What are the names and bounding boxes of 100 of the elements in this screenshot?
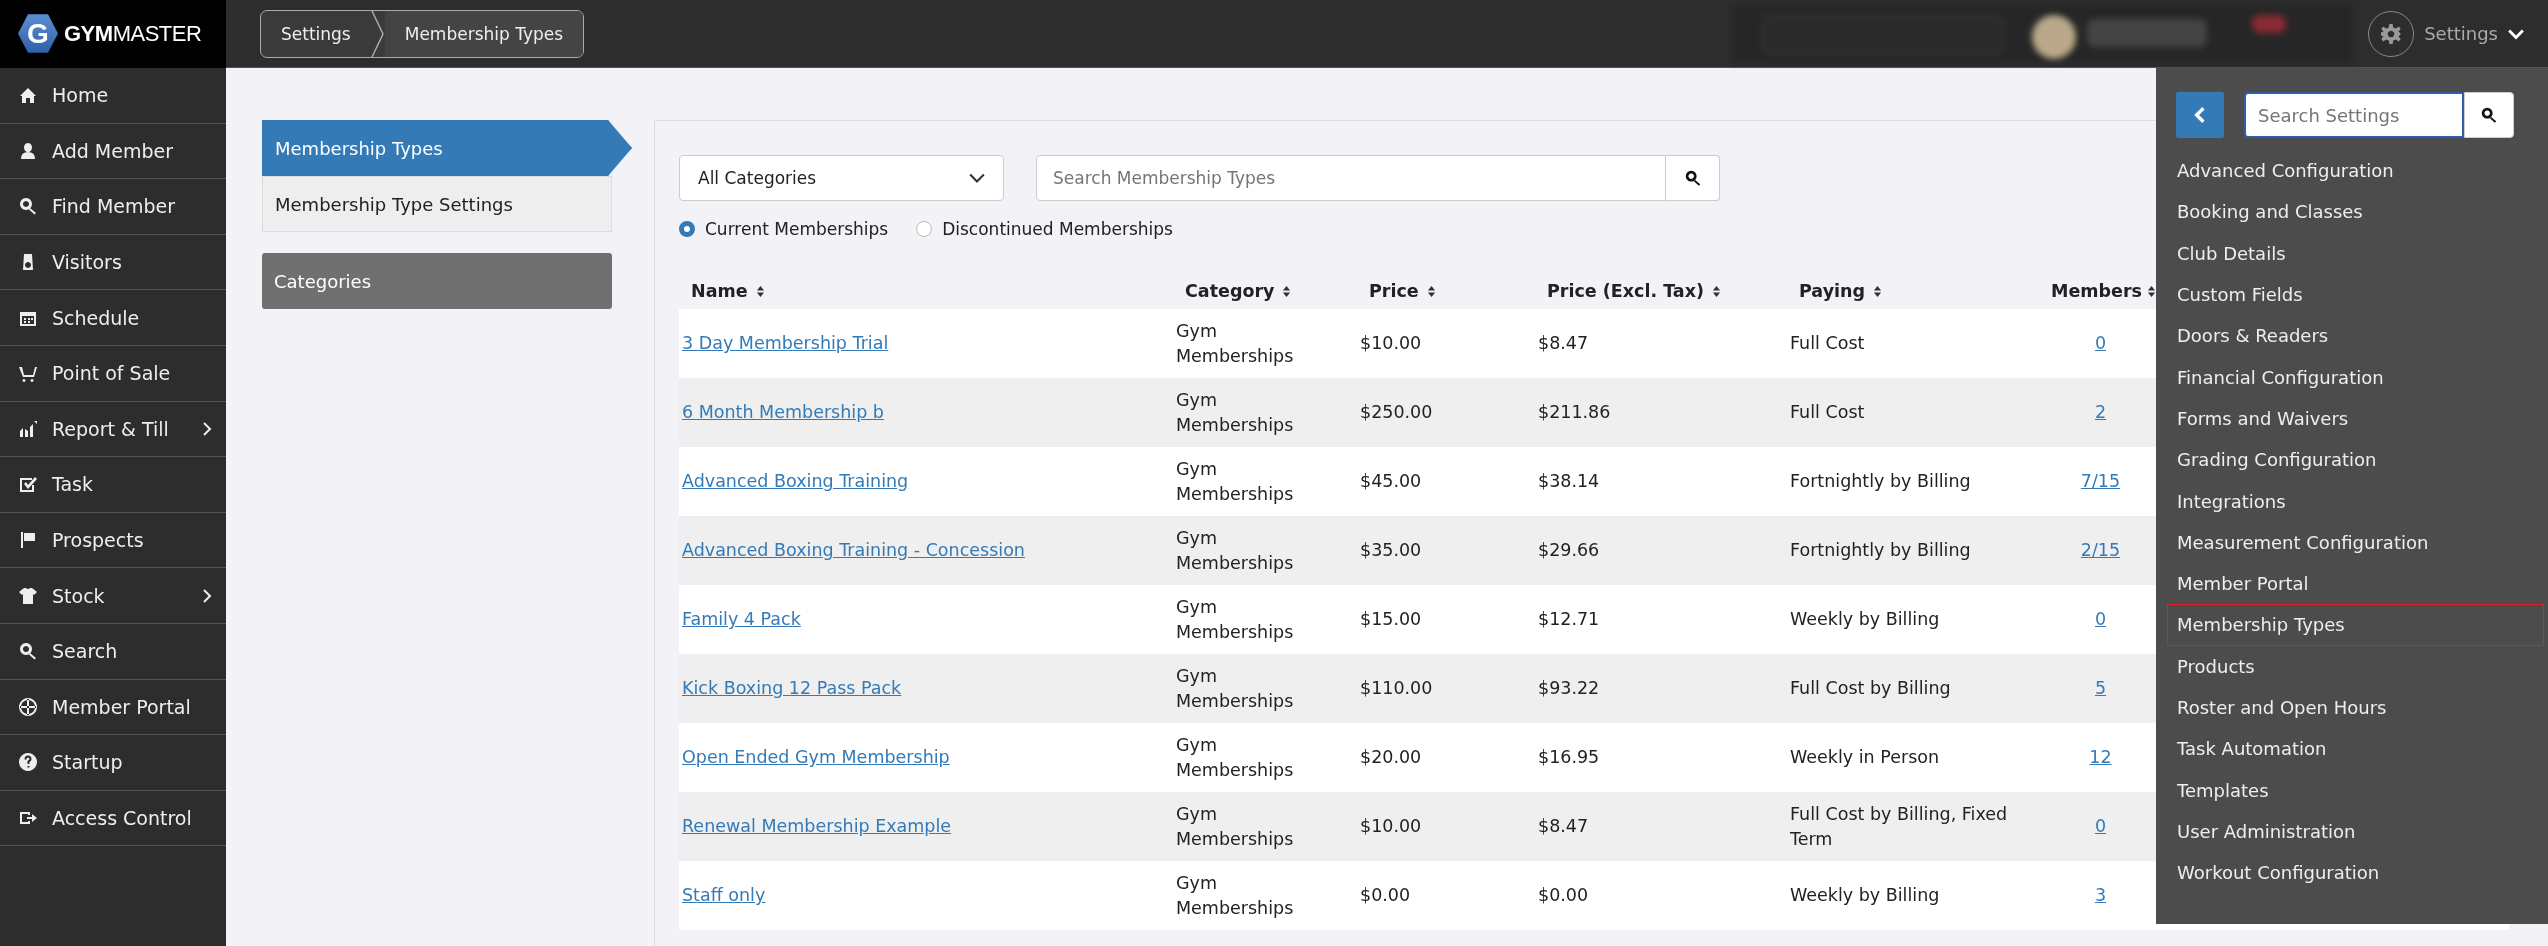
- table-cell-text: Gym Memberships: [1176, 389, 1295, 437]
- membership-link[interactable]: Advanced Boxing Training: [682, 471, 909, 492]
- table-cell: $35.00: [1360, 540, 1422, 561]
- table-cell: Full Cost by Billing, Fixed Term: [1790, 804, 2008, 849]
- column-header[interactable]: Members: [2051, 281, 2156, 301]
- settings-menu-item[interactable]: Templates: [2156, 769, 2544, 811]
- flag-icon: [18, 530, 38, 551]
- table-cell: $93.22: [1538, 678, 1600, 699]
- settings-button[interactable]: Settings: [2362, 9, 2530, 58]
- sidebar-item[interactable]: Find Member: [0, 179, 226, 235]
- settings-menu-item[interactable]: Grading Configuration: [2156, 439, 2544, 481]
- members-link[interactable]: 3: [2094, 885, 2107, 906]
- table-cell: Full Cost: [1790, 402, 1865, 423]
- column-header[interactable]: Price (Excl. Tax): [1547, 281, 1721, 301]
- settings-menu-item[interactable]: Booking and Classes: [2156, 191, 2544, 233]
- table-cell: $110.00: [1360, 678, 1433, 699]
- members-link[interactable]: 2: [2094, 402, 2107, 423]
- sidebar-item[interactable]: Add Member: [0, 123, 226, 180]
- radio-option[interactable]: Discontinued Memberships: [916, 219, 1173, 239]
- settings-menu-item[interactable]: Forms and Waivers: [2156, 397, 2544, 440]
- table-cell: $10.00: [1360, 333, 1422, 354]
- table-cell: $29.66: [1538, 540, 1600, 561]
- person-icon: [18, 140, 38, 161]
- membership-link[interactable]: Kick Boxing 12 Pass Pack: [682, 678, 902, 699]
- members-link[interactable]: 7/15: [2080, 471, 2121, 492]
- table-cell: Fortnightly by Billing: [1790, 471, 1971, 492]
- back-button[interactable]: [2176, 92, 2224, 138]
- table-cell-text: Gym Memberships: [1176, 458, 1295, 506]
- table-cell: Fortnightly by Billing: [1790, 540, 1971, 561]
- settings-menu-item[interactable]: Workout Configuration: [2156, 852, 2544, 894]
- table-cell: $12.71: [1538, 609, 1600, 630]
- members-link[interactable]: 0: [2094, 333, 2107, 354]
- subnav-tab[interactable]: Membership Types: [262, 120, 632, 176]
- settings-menu-item[interactable]: Products: [2156, 645, 2544, 687]
- chevron-icon: [202, 587, 212, 604]
- sort-icon: [1711, 284, 1721, 298]
- home-icon: [18, 85, 38, 106]
- column-header[interactable]: Price: [1369, 281, 1436, 301]
- sidebar-item[interactable]: Search: [0, 623, 226, 680]
- table-cell: $15.00: [1360, 609, 1422, 630]
- settings-menu-item[interactable]: Doors & Readers: [2156, 315, 2544, 357]
- sidebar-item[interactable]: Prospects: [0, 512, 226, 569]
- breadcrumb-link[interactable]: Membership Types: [384, 10, 584, 57]
- subnav-tab[interactable]: Membership Type Settings: [262, 176, 612, 232]
- caret-icon: [969, 172, 985, 184]
- settings-menu-item[interactable]: Custom Fields: [2156, 273, 2544, 316]
- search-icon: [18, 641, 38, 662]
- settings-menu-item[interactable]: Task Automation: [2156, 728, 2544, 770]
- membership-link[interactable]: 3 Day Membership Trial: [682, 333, 889, 354]
- settings-menu-item[interactable]: Roster and Open Hours: [2156, 686, 2544, 729]
- shirt-icon: [18, 585, 38, 606]
- table-cell: $211.86: [1538, 402, 1611, 423]
- table-cell-text: Gym Memberships: [1176, 872, 1295, 920]
- column-header[interactable]: Paying: [1799, 281, 1883, 301]
- membership-link[interactable]: Family 4 Pack: [682, 609, 801, 630]
- sidebar-item[interactable]: Home: [0, 68, 226, 124]
- settings-menu-item[interactable]: Measurement Configuration: [2156, 521, 2544, 563]
- breadcrumb-link[interactable]: Settings: [261, 10, 371, 57]
- search-button[interactable]: [1666, 155, 1720, 201]
- radio-button[interactable]: [916, 221, 933, 237]
- settings-menu-item[interactable]: Advanced Configuration: [2156, 150, 2544, 192]
- members-link[interactable]: 0: [2094, 816, 2107, 837]
- sort-icon: [755, 284, 765, 298]
- search-icon: [18, 196, 38, 217]
- members-link[interactable]: 0: [2094, 609, 2107, 630]
- membership-link[interactable]: 6 Month Membership b: [682, 402, 884, 423]
- sidebar-item[interactable]: Access Control: [0, 790, 226, 847]
- members-link[interactable]: 2/15: [2080, 540, 2121, 561]
- column-header[interactable]: Category: [1185, 281, 1292, 301]
- column-header[interactable]: Name: [691, 281, 765, 301]
- table-cell: Full Cost by Billing: [1790, 678, 1951, 699]
- membership-link[interactable]: Renewal Membership Example: [682, 816, 952, 837]
- settings-menu-item[interactable]: Member Portal: [2156, 562, 2544, 605]
- radio-button[interactable]: [679, 221, 695, 237]
- sidebar-item[interactable]: Member Portal: [0, 679, 226, 736]
- table-cell: $10.00: [1360, 816, 1422, 837]
- sidebar-item[interactable]: Stock: [0, 568, 226, 624]
- settings-menu-item[interactable]: Membership Types: [2167, 604, 2544, 646]
- members-link[interactable]: 12: [2089, 747, 2112, 768]
- sidebar-item[interactable]: Report & Till: [0, 401, 226, 458]
- chevron-icon: [2194, 106, 2206, 124]
- table-cell: $38.14: [1538, 471, 1600, 492]
- radio-option[interactable]: Current Memberships: [679, 219, 889, 239]
- sidebar-item[interactable]: Task: [0, 457, 226, 513]
- sidebar-item[interactable]: Schedule: [0, 290, 226, 346]
- sidebar-item[interactable]: Visitors: [0, 234, 226, 291]
- sidebar-item[interactable]: Startup: [0, 735, 226, 791]
- membership-link[interactable]: Staff only: [682, 885, 766, 906]
- search-button[interactable]: [2464, 92, 2514, 138]
- category-dropdown[interactable]: All Categories: [679, 155, 1004, 201]
- sidebar-item[interactable]: Point of Sale: [0, 345, 226, 402]
- membership-link[interactable]: Open Ended Gym Membership: [682, 747, 950, 768]
- settings-menu-item[interactable]: Financial Configuration: [2156, 356, 2544, 398]
- members-link[interactable]: 5: [2094, 678, 2107, 699]
- chevron-icon: [202, 420, 212, 437]
- search-field[interactable]: Search Settings: [2244, 92, 2464, 138]
- settings-menu-item[interactable]: Club Details: [2156, 232, 2544, 274]
- settings-menu-item[interactable]: Integrations: [2156, 480, 2544, 522]
- categories-button[interactable]: Categories: [262, 253, 612, 309]
- settings-menu-item[interactable]: User Administration: [2156, 810, 2544, 853]
